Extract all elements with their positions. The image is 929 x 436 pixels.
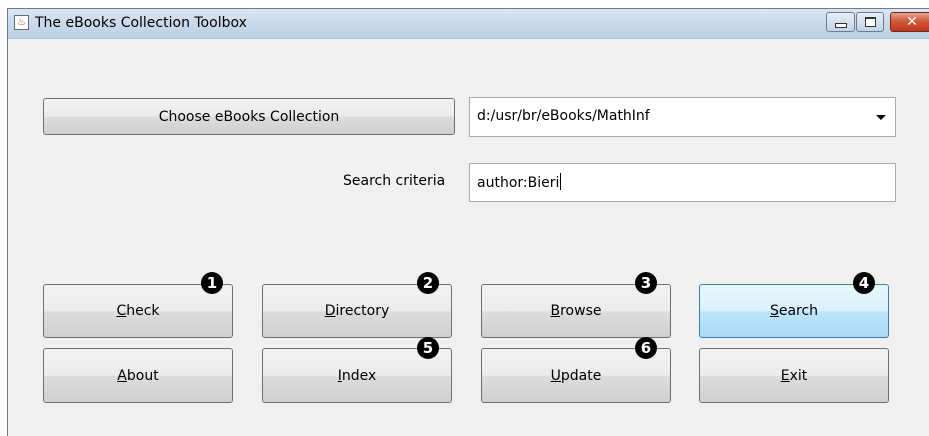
search-criteria-label: Search criteria [343,173,446,189]
check-button[interactable]: Check [43,284,233,338]
search-criteria-value: author:Bieri [477,173,562,191]
callout-badge-6: 6 [635,337,657,359]
java-cup-icon[interactable]: ♨ [14,15,29,30]
minimize-button[interactable] [826,12,855,32]
maximize-button[interactable] [856,12,884,32]
maximize-icon [864,17,876,27]
callout-badge-3: 3 [635,272,657,294]
close-icon: ✕ [906,14,918,30]
collection-path-value: d:/usr/br/eBooks/MathInf [477,108,650,124]
choose-collection-label: Choose eBooks Collection [158,108,340,125]
callout-badge-4: 4 [853,272,875,294]
search-criteria-input[interactable]: author:Bieri [469,163,896,202]
choose-collection-button[interactable]: Choose eBooks Collection [43,98,455,135]
title-bar: ♨ The eBooks Collection Toolbox ✕ [8,9,929,39]
callout-badge-2: 2 [417,272,439,294]
chevron-down-icon[interactable] [876,115,886,120]
callout-badge-1: 1 [201,272,223,294]
collection-path-combobox[interactable]: d:/usr/br/eBooks/MathInf [469,97,896,137]
text-caret [560,173,562,190]
callout-badge-5: 5 [417,337,439,359]
exit-button[interactable]: Exit [699,348,889,403]
close-button[interactable]: ✕ [890,12,929,32]
about-button[interactable]: About [43,348,233,403]
minimize-icon [834,22,847,28]
window-title: The eBooks Collection Toolbox [35,15,247,31]
